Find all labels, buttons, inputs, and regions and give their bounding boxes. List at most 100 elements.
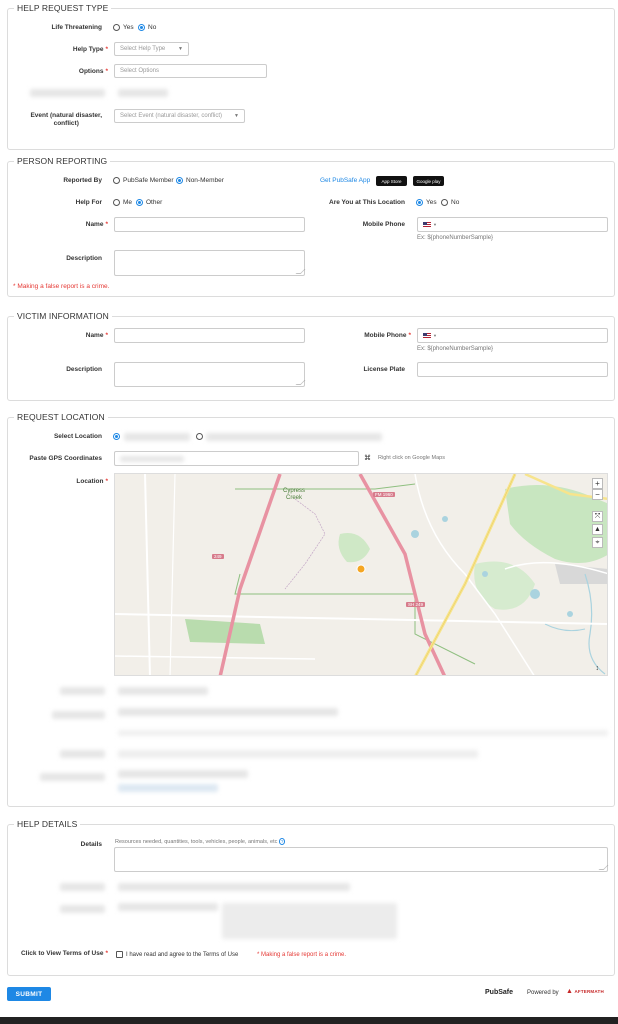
location-option-1-radio[interactable]: [113, 433, 120, 440]
victim-mobile-label: Mobile Phone *: [364, 332, 411, 339]
map-resize-icon[interactable]: ↕: [596, 665, 600, 672]
details-textarea[interactable]: [114, 847, 609, 872]
radio-label: No: [148, 24, 157, 31]
life-threatening-yes-radio[interactable]: Yes: [113, 24, 134, 31]
google-play-badge[interactable]: Google play: [413, 176, 444, 186]
fullscreen-icon[interactable]: ⤧: [592, 511, 603, 522]
reporter-mobile-label: Mobile Phone: [362, 221, 405, 228]
radio-circle: [441, 199, 448, 206]
reporter-mobile-input[interactable]: ▼: [417, 217, 608, 232]
redacted-label-4: [60, 750, 105, 758]
submit-button[interactable]: SUBMIT: [7, 987, 51, 1001]
radio-circle: [113, 24, 120, 31]
help-details-legend: HELP DETAILS: [14, 819, 81, 829]
redacted-label-1: [60, 687, 105, 695]
at-location-label: Are You at This Location: [329, 199, 405, 206]
location-map[interactable]: Cypress Creek 249 FM 1960 SH 249 + − ⤧ ▲ …: [114, 473, 608, 676]
terms-label[interactable]: Click to View Terms of Use *: [21, 950, 108, 958]
checkbox-label: I have read and agree to the Terms of Us…: [126, 951, 239, 958]
location-option-2-radio[interactable]: [196, 433, 203, 440]
radio-circle: [196, 433, 203, 440]
chevron-down-icon: ▼: [433, 222, 437, 227]
bottom-bar: [0, 1017, 618, 1024]
paste-gps-label: Paste GPS Coordinates: [29, 455, 102, 462]
redacted-field-label: [30, 89, 105, 97]
victim-mobile-input[interactable]: ▼: [417, 328, 608, 343]
redacted-value-4: [118, 750, 478, 758]
binoculars-icon[interactable]: ⌘: [364, 454, 371, 462]
help-for-me-radio[interactable]: Me: [113, 199, 132, 206]
locate-icon[interactable]: ⌖: [592, 537, 603, 548]
life-threatening-label: Life Threatening: [51, 24, 102, 31]
license-plate-label: License Plate: [363, 366, 405, 373]
redacted-label-8: [60, 905, 105, 913]
non-member-radio[interactable]: Non-Member: [176, 177, 224, 184]
redacted-value-3: [118, 730, 608, 736]
radio-circle: [113, 177, 120, 184]
location-label: Location *: [76, 478, 108, 485]
false-report-warning: * Making a false report is a crime.: [13, 283, 110, 290]
victim-phone-hint: Ex: ${phoneNumberSample}: [417, 346, 494, 352]
radio-label: PubSafe Member: [123, 177, 174, 184]
redacted-value-7: [118, 883, 350, 891]
request-location-legend: REQUEST LOCATION: [14, 412, 108, 422]
get-pubsafe-app-link[interactable]: Get PubSafe App: [320, 177, 370, 184]
radio-circle: [113, 199, 120, 206]
map-label-249: 249: [212, 554, 224, 559]
gps-hint: Right click on Google Maps: [378, 455, 445, 461]
map-label-cypress-creek: Cypress Creek: [283, 488, 306, 501]
victim-name-label: Name *: [85, 332, 108, 339]
us-flag-icon: [423, 222, 431, 227]
map-canvas: [115, 474, 607, 675]
help-icon[interactable]: ?: [278, 838, 286, 845]
license-plate-input[interactable]: [417, 362, 608, 377]
help-for-label: Help For: [75, 199, 102, 206]
options-select[interactable]: Select Options: [114, 64, 267, 78]
event-select[interactable]: Select Event (natural disaster, conflict…: [114, 109, 245, 123]
help-type-select[interactable]: Select Help Type ▼: [114, 42, 189, 56]
chevron-down-icon: ▼: [178, 46, 183, 52]
radio-circle: [113, 433, 120, 440]
resize-handle-icon[interactable]: [598, 865, 609, 870]
victim-description-label: Description: [66, 366, 102, 373]
radio-label: Other: [146, 199, 163, 206]
radio-label: No: [451, 199, 460, 206]
checkbox-box: [116, 951, 123, 958]
radio-label: Yes: [123, 24, 134, 31]
reporter-name-input[interactable]: [114, 217, 305, 232]
reporter-description-label: Description: [66, 255, 102, 262]
chevron-down-icon: ▼: [433, 333, 437, 338]
radio-circle: [416, 199, 423, 206]
help-for-other-radio[interactable]: Other: [136, 199, 162, 206]
redacted-label-7: [60, 883, 105, 891]
compass-icon[interactable]: ▲: [592, 524, 603, 535]
redacted-label-5: [40, 773, 105, 781]
map-label-fm1960: FM 1960: [373, 492, 395, 497]
redacted-gps-value: [120, 455, 184, 462]
redacted-value-8: [118, 903, 218, 911]
reporter-description-textarea[interactable]: [114, 250, 306, 276]
help-request-type-legend: HELP REQUEST TYPE: [14, 3, 112, 13]
help-type-placeholder: Select Help Type: [120, 46, 166, 52]
victim-name-input[interactable]: [114, 328, 305, 343]
gps-coordinates-input[interactable]: [114, 451, 359, 466]
pubsafe-member-radio[interactable]: PubSafe Member: [113, 177, 174, 184]
app-store-badge[interactable]: App Store: [376, 176, 407, 186]
at-location-no-radio[interactable]: No: [441, 199, 459, 206]
pubsafe-logo: PubSafe: [485, 989, 514, 996]
resize-handle-icon[interactable]: [295, 269, 306, 274]
aftermath-logo: ▲ AFTERMATH: [566, 988, 604, 995]
resize-handle-icon[interactable]: [295, 380, 306, 385]
victim-description-textarea[interactable]: [114, 362, 306, 387]
powered-by-text: Powered by: [527, 990, 559, 996]
reporter-name-label: Name *: [85, 221, 108, 228]
victim-information-legend: VICTIM INFORMATION: [14, 311, 112, 321]
life-threatening-no-radio[interactable]: No: [138, 24, 156, 31]
zoom-in-button[interactable]: +: [592, 478, 603, 489]
map-label-sh249: SH 249: [406, 602, 426, 607]
radio-label: Non-Member: [186, 177, 224, 184]
agree-terms-checkbox[interactable]: I have read and agree to the Terms of Us…: [116, 951, 238, 958]
zoom-out-button[interactable]: −: [592, 489, 603, 500]
redacted-value-5: [118, 770, 248, 778]
at-location-yes-radio[interactable]: Yes: [416, 199, 437, 206]
